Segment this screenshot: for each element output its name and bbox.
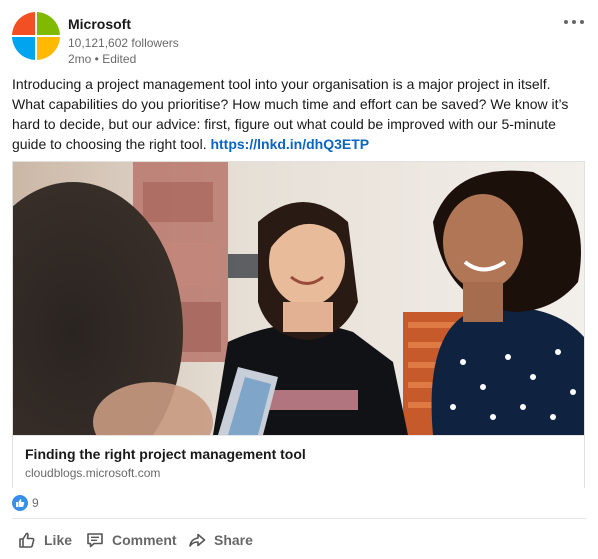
follower-count: 10,121,602 followers xyxy=(68,36,179,50)
more-options-icon[interactable] xyxy=(562,14,586,30)
author-name[interactable]: Microsoft xyxy=(68,16,131,32)
reaction-count: 9 xyxy=(32,496,39,510)
article-image[interactable] xyxy=(13,162,584,435)
comment-icon xyxy=(87,533,103,548)
like-icon xyxy=(19,532,35,548)
thumbs-up-icon xyxy=(12,495,28,511)
post-link[interactable]: https://lnkd.in/dhQ3ETP xyxy=(210,136,369,152)
like-button[interactable]: Like xyxy=(12,524,78,556)
article-footer[interactable]: Finding the right project management too… xyxy=(13,435,584,488)
feed-post: Microsoft 10,121,602 followers 2mo • Edi… xyxy=(0,0,598,559)
post-meta: 2mo • Edited xyxy=(68,52,137,66)
comment-button[interactable]: Comment xyxy=(80,524,190,556)
post-text: Introducing a project management tool in… xyxy=(12,74,578,154)
share-label: Share xyxy=(214,532,253,548)
microsoft-logo[interactable] xyxy=(12,12,60,60)
share-button[interactable]: Share xyxy=(182,524,268,556)
comment-label: Comment xyxy=(112,532,177,548)
post-header: Microsoft 10,121,602 followers 2mo • Edi… xyxy=(12,12,586,68)
article-card[interactable]: Finding the right project management too… xyxy=(12,161,585,488)
share-icon xyxy=(189,533,206,547)
divider xyxy=(12,518,586,519)
article-domain: cloudblogs.microsoft.com xyxy=(25,466,161,480)
article-title[interactable]: Finding the right project management too… xyxy=(25,446,306,462)
like-label: Like xyxy=(44,532,73,548)
